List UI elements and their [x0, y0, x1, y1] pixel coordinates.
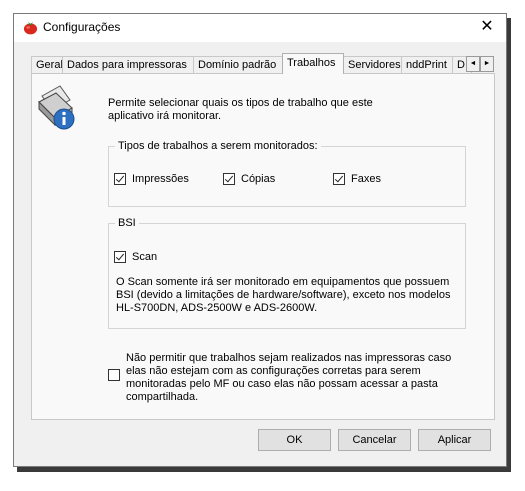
printer-info-icon — [38, 85, 75, 130]
window-title: Configurações — [43, 20, 121, 34]
cancel-button[interactable]: Cancelar — [338, 429, 411, 451]
scan-label: Scan — [132, 251, 158, 263]
tab-description: Permite selecionar quais os tipos de tra… — [108, 97, 373, 122]
copias-checkbox[interactable] — [223, 173, 235, 185]
tab-scroll-right-icon[interactable]: ► — [480, 56, 494, 72]
faxes-label: Faxes — [351, 173, 381, 185]
tab-servidores[interactable]: Servidores — [343, 56, 402, 73]
copias-label: Cópias — [241, 173, 276, 185]
tab-dados-impressoras[interactable]: Dados para impressoras — [62, 56, 194, 73]
block-jobs-label: Não permitir que trabalhos sejam realiza… — [126, 352, 452, 403]
faxes-checkbox[interactable] — [333, 173, 345, 185]
close-icon[interactable]: ✕ — [476, 17, 498, 37]
impressoes-label: Impressões — [132, 173, 189, 185]
tab-nddprint[interactable]: nddPrint — [401, 56, 453, 73]
tab-scroll-left-icon[interactable]: ◄ — [466, 56, 480, 72]
bsi-note: O Scan somente irá ser monitorado em equ… — [116, 276, 451, 314]
impressoes-checkbox[interactable] — [114, 173, 126, 185]
tab-dominio-padrao[interactable]: Domínio padrão — [193, 56, 283, 73]
job-types-legend: Tipos de trabalhos a serem monitorados: — [115, 140, 321, 152]
tab-trabalhos[interactable]: Trabalhos — [282, 53, 344, 74]
apply-button[interactable]: Aplicar — [418, 429, 491, 451]
tomato-app-icon — [23, 21, 38, 35]
bsi-legend: BSI — [115, 217, 139, 229]
scan-checkbox[interactable] — [114, 251, 126, 263]
title-bar: Configurações ✕ — [14, 14, 506, 42]
tab-geral[interactable]: Geral — [31, 56, 63, 73]
ok-button[interactable]: OK — [258, 429, 331, 451]
block-jobs-checkbox[interactable] — [108, 369, 120, 381]
